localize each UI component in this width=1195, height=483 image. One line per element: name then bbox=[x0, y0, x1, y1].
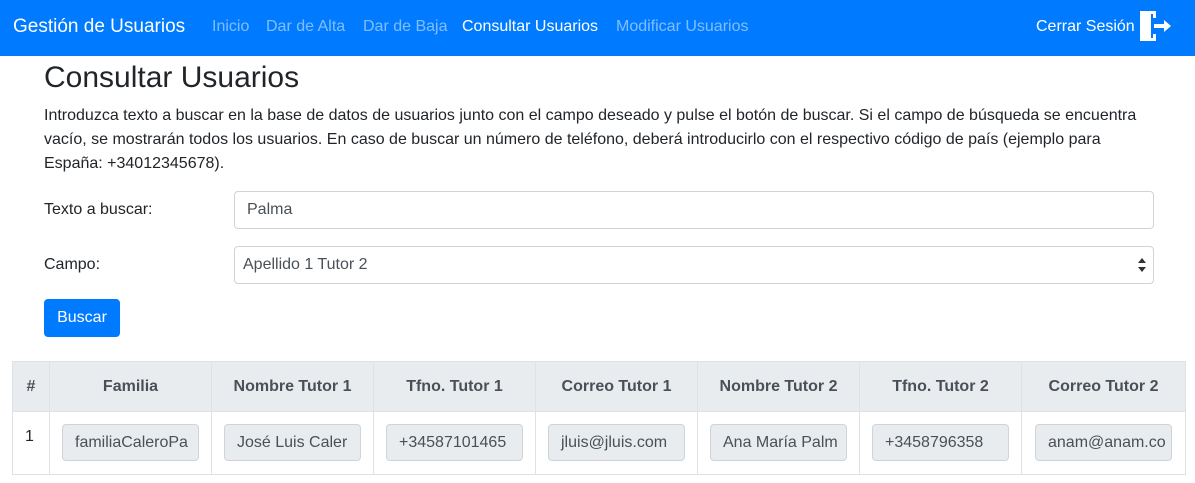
table-header-row: # Familia Nombre Tutor 1 Tfno. Tutor 1 C… bbox=[12, 361, 1186, 412]
nav-link-consultar-usuarios[interactable]: Consultar Usuarios bbox=[462, 17, 598, 37]
top-navbar: Gestión de Usuarios Inicio Dar de Alta D… bbox=[0, 0, 1195, 56]
field-label: Campo: bbox=[44, 256, 101, 273]
nav-link-dar-de-alta[interactable]: Dar de Alta bbox=[266, 17, 345, 37]
row-index: 1 bbox=[12, 411, 50, 475]
search-text-label: Texto a buscar: bbox=[44, 201, 153, 218]
correo-tutor-2-field[interactable]: anam@anam.co bbox=[1035, 424, 1172, 461]
header-nombre-tutor-1: Nombre Tutor 1 bbox=[211, 361, 374, 412]
tfno-tutor-2-field[interactable]: +3458796358 bbox=[872, 424, 1009, 461]
tfno-tutor-1-field[interactable]: +34587101465 bbox=[386, 424, 523, 461]
nav-link-dar-de-baja[interactable]: Dar de Baja bbox=[363, 17, 448, 37]
header-index: # bbox=[12, 361, 50, 412]
results-table: # Familia Nombre Tutor 1 Tfno. Tutor 1 C… bbox=[12, 361, 1186, 475]
header-correo-tutor-1: Correo Tutor 1 bbox=[535, 361, 698, 412]
nav-link-modificar-usuarios[interactable]: Modificar Usuarios bbox=[616, 17, 748, 37]
field-select-value: Apellido 1 Tutor 2 bbox=[243, 256, 368, 273]
familia-field[interactable]: familiaCaleroPa bbox=[62, 424, 199, 461]
navbar-brand[interactable]: Gestión de Usuarios bbox=[13, 15, 185, 39]
nombre-tutor-2-field[interactable]: Ana María Palm bbox=[710, 424, 847, 461]
correo-tutor-1-field[interactable]: jluis@jluis.com bbox=[548, 424, 685, 461]
header-tfno-tutor-2: Tfno. Tutor 2 bbox=[859, 361, 1022, 412]
nombre-tutor-1-field[interactable]: José Luis Caler bbox=[224, 424, 361, 461]
search-text-input[interactable]: Palma bbox=[234, 191, 1154, 229]
logout-link[interactable]: Cerrar Sesión bbox=[1036, 17, 1135, 37]
nav-link-inicio[interactable]: Inicio bbox=[212, 17, 249, 37]
search-button[interactable]: Buscar bbox=[44, 299, 120, 337]
page-title: Consultar Usuarios bbox=[44, 61, 300, 94]
field-select[interactable]: Apellido 1 Tutor 2 bbox=[234, 246, 1154, 284]
header-tfno-tutor-1: Tfno. Tutor 1 bbox=[373, 361, 536, 412]
header-familia: Familia bbox=[49, 361, 212, 412]
table-row: 1 familiaCaleroPa José Luis Caler +34587… bbox=[12, 411, 1186, 475]
header-correo-tutor-2: Correo Tutor 2 bbox=[1021, 361, 1186, 412]
logout-door-icon[interactable] bbox=[1138, 9, 1172, 43]
select-arrows-icon bbox=[1138, 258, 1146, 272]
intro-text: Introduzca texto a buscar en la base de … bbox=[44, 107, 1137, 172]
header-nombre-tutor-2: Nombre Tutor 2 bbox=[697, 361, 860, 412]
